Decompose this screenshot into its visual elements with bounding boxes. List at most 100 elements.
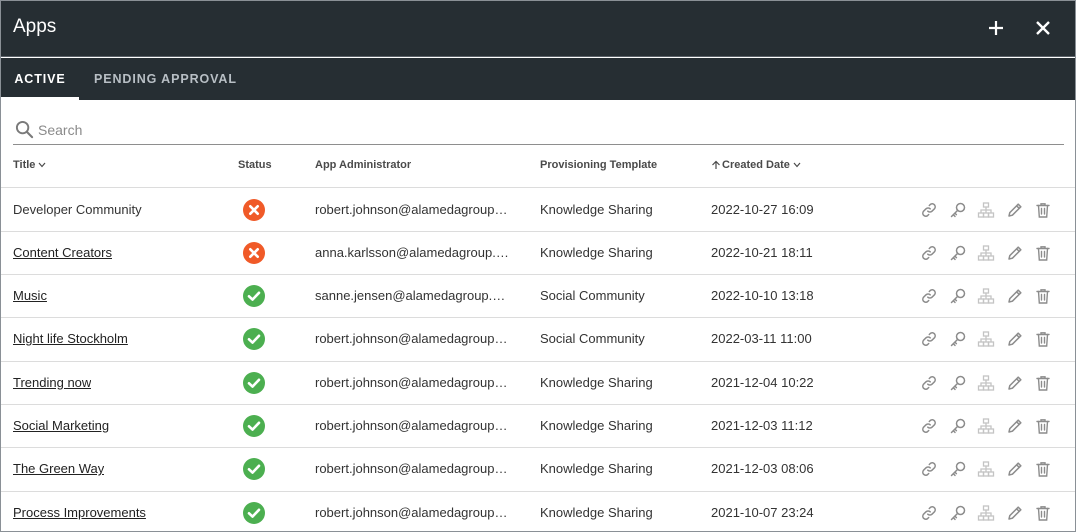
delete-button[interactable] bbox=[1034, 374, 1052, 392]
edit-button[interactable] bbox=[1006, 504, 1024, 522]
copy-link-button[interactable] bbox=[920, 417, 938, 435]
table-row: The Green Way robert.johnson@alamedagrou… bbox=[1, 448, 1075, 492]
app-title-link[interactable]: Social Marketing bbox=[13, 418, 109, 433]
column-header-app-administrator: App Administrator bbox=[315, 159, 412, 171]
hierarchy-icon bbox=[977, 288, 995, 304]
table-row: Content Creators anna.karlsson@alamedagr… bbox=[1, 232, 1075, 276]
delete-button[interactable] bbox=[1034, 244, 1052, 262]
trash-icon bbox=[1036, 375, 1050, 391]
app-title-link[interactable]: Process Improvements bbox=[13, 505, 146, 520]
edit-button[interactable] bbox=[1006, 417, 1024, 435]
hierarchy-icon bbox=[977, 461, 995, 477]
tab-active[interactable]: ACTIVE bbox=[1, 58, 79, 100]
app-title-link[interactable]: The Green Way bbox=[13, 461, 104, 476]
edit-button[interactable] bbox=[1006, 460, 1024, 478]
delete-button[interactable] bbox=[1034, 330, 1052, 348]
delete-button[interactable] bbox=[1034, 417, 1052, 435]
edit-button[interactable] bbox=[1006, 374, 1024, 392]
hierarchy-button bbox=[977, 201, 995, 219]
column-header-created-date[interactable]: Created Date bbox=[711, 159, 801, 171]
link-icon bbox=[922, 245, 936, 260]
edit-button[interactable] bbox=[1006, 244, 1024, 262]
app-administrator: robert.johnson@alamedagroup.o... bbox=[315, 331, 511, 347]
apps-window: Apps ACTIVE PENDING APPROVAL Title Statu… bbox=[0, 0, 1076, 532]
column-header-title-label: Title bbox=[13, 159, 36, 171]
key-icon bbox=[950, 418, 966, 434]
status-indicator bbox=[243, 285, 265, 308]
app-title: Developer Community bbox=[13, 201, 142, 217]
search-input[interactable] bbox=[38, 120, 1038, 140]
column-header-title[interactable]: Title bbox=[13, 159, 46, 171]
key-icon bbox=[950, 462, 966, 477]
created-date: 2021-10-07 23:24 bbox=[711, 504, 814, 520]
app-administrator: anna.karlsson@alamedagroup.o... bbox=[315, 244, 511, 260]
delete-button[interactable] bbox=[1034, 460, 1052, 478]
add-app-button[interactable] bbox=[981, 13, 1011, 43]
permissions-button[interactable] bbox=[949, 201, 967, 219]
created-date: 2022-10-21 18:11 bbox=[711, 244, 813, 260]
status-indicator bbox=[243, 198, 265, 221]
app-administrator: robert.johnson@alamedagroup.o... bbox=[315, 201, 511, 217]
permissions-button[interactable] bbox=[949, 417, 967, 435]
permissions-button[interactable] bbox=[949, 460, 967, 478]
plus-icon bbox=[989, 21, 1003, 35]
copy-link-button[interactable] bbox=[920, 287, 938, 305]
permissions-button[interactable] bbox=[949, 244, 967, 262]
permissions-button[interactable] bbox=[949, 504, 967, 522]
row-actions bbox=[920, 417, 1060, 435]
created-date: 2021-12-03 11:12 bbox=[711, 418, 813, 433]
created-date: 2021-12-03 08:06 bbox=[711, 461, 814, 477]
row-actions bbox=[920, 287, 1060, 305]
hierarchy-button bbox=[977, 374, 995, 392]
hierarchy-icon bbox=[977, 245, 995, 261]
permissions-button[interactable] bbox=[949, 287, 967, 305]
key-icon bbox=[950, 245, 966, 261]
app-title-link[interactable]: Trending now bbox=[13, 375, 91, 390]
pencil-icon bbox=[1008, 332, 1022, 347]
hierarchy-button bbox=[977, 460, 995, 478]
hierarchy-button bbox=[977, 417, 995, 435]
delete-button[interactable] bbox=[1034, 504, 1052, 522]
row-actions bbox=[920, 244, 1060, 262]
key-icon bbox=[950, 332, 966, 347]
hierarchy-button bbox=[977, 287, 995, 305]
link-icon bbox=[922, 462, 936, 477]
status-indicator bbox=[243, 501, 265, 524]
copy-link-button[interactable] bbox=[920, 330, 938, 348]
status-indicator bbox=[243, 371, 265, 394]
arrow-up-icon bbox=[712, 160, 720, 170]
app-title-link[interactable]: Night life Stockholm bbox=[13, 331, 128, 346]
link-icon bbox=[922, 202, 936, 217]
x-circle-icon bbox=[243, 241, 265, 264]
edit-button[interactable] bbox=[1006, 287, 1024, 305]
copy-link-button[interactable] bbox=[920, 460, 938, 478]
provisioning-template: Knowledge Sharing bbox=[540, 244, 653, 260]
copy-link-button[interactable] bbox=[920, 201, 938, 219]
link-icon bbox=[922, 419, 936, 433]
provisioning-template: Knowledge Sharing bbox=[540, 418, 653, 433]
tab-pending-approval[interactable]: PENDING APPROVAL bbox=[94, 58, 237, 100]
column-header-provisioning-template: Provisioning Template bbox=[540, 159, 658, 171]
close-button[interactable] bbox=[1028, 13, 1058, 43]
trash-icon bbox=[1036, 505, 1050, 521]
link-icon bbox=[922, 289, 936, 304]
copy-link-button[interactable] bbox=[920, 244, 938, 262]
link-icon bbox=[922, 332, 936, 347]
permissions-button[interactable] bbox=[949, 330, 967, 348]
link-icon bbox=[922, 375, 936, 390]
copy-link-button[interactable] bbox=[920, 504, 938, 522]
delete-button[interactable] bbox=[1034, 201, 1052, 219]
edit-button[interactable] bbox=[1006, 330, 1024, 348]
check-circle-icon bbox=[243, 285, 265, 308]
copy-link-button[interactable] bbox=[920, 374, 938, 392]
permissions-button[interactable] bbox=[949, 374, 967, 392]
app-title-link[interactable]: Music bbox=[13, 288, 47, 303]
app-title-link[interactable]: Content Creators bbox=[13, 245, 112, 260]
app-administrator: robert.johnson@alamedagroup.o... bbox=[315, 504, 511, 520]
title-bar: Apps bbox=[1, 1, 1075, 57]
pencil-icon bbox=[1008, 419, 1022, 433]
delete-button[interactable] bbox=[1034, 287, 1052, 305]
row-actions bbox=[920, 460, 1060, 478]
edit-button[interactable] bbox=[1006, 201, 1024, 219]
close-icon bbox=[1036, 21, 1050, 35]
